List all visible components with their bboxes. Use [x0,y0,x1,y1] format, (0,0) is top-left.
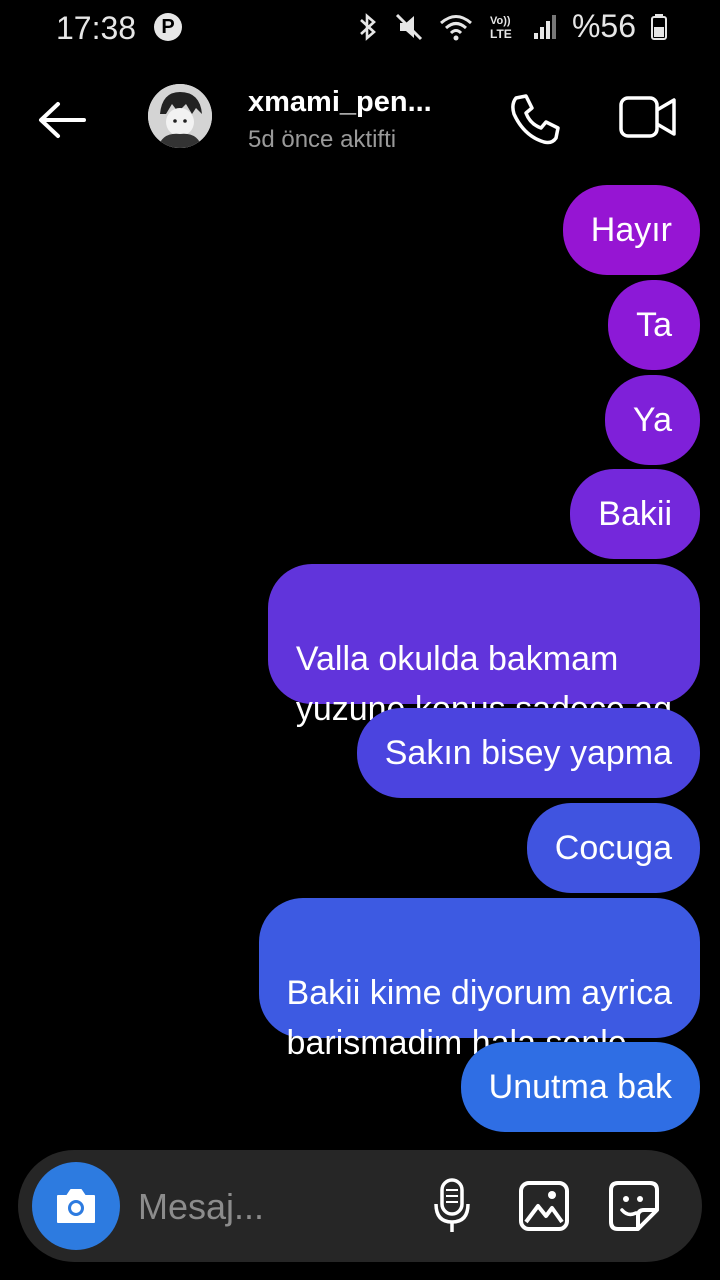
message-bubble[interactable]: Ta [608,280,700,370]
sticker-icon[interactable] [608,1180,660,1232]
volte-icon: Vo)) LTE [490,15,512,41]
message-bubble[interactable]: Unutma bak [460,1042,700,1132]
message-bubble[interactable]: Sakın bisey yapma [356,708,700,798]
message-text: Cocuga [554,829,672,867]
message-composer [18,1150,702,1262]
contact-status: 5d önce aktifti [248,126,397,153]
status-icons: Vo)) LTE %56 [356,8,668,45]
mute-icon [395,13,423,40]
gallery-icon[interactable] [518,1180,570,1232]
wifi-icon [439,14,472,40]
message-bubble[interactable]: Valla okulda bakmam yuzune konuş sadece … [267,564,700,728]
pinterest-icon: P [154,13,182,41]
contact-name[interactable]: xmami_pen... [248,86,432,119]
camera-button[interactable] [32,1162,120,1250]
message-bubble[interactable]: Ya [604,375,700,465]
avatar[interactable] [148,84,212,148]
message-text: Unutma bak [488,1068,672,1106]
phone-call-icon[interactable] [508,92,562,146]
svg-text:LTE: LTE [490,27,512,41]
message-list: Hayır Ta Ya Bakii Valla okulda bakmam yu… [0,180,720,1140]
chat-header: xmami_pen... 5d önce aktifti [0,60,720,180]
status-bar: 17:38 P Vo)) LTE %56 [0,0,720,56]
message-bubble[interactable]: Cocuga [526,803,700,893]
battery-percent: %56 [571,8,636,44]
camera-icon [57,1189,95,1223]
back-arrow-icon[interactable] [36,100,88,140]
battery-icon [651,13,667,40]
message-bubble[interactable]: Bakii [570,469,700,559]
message-bubble[interactable]: Bakii kime diyorum ayrica barismadim hal… [258,898,700,1062]
microphone-icon[interactable] [432,1176,472,1236]
video-call-icon[interactable] [618,94,678,142]
message-input[interactable] [136,1180,400,1234]
message-text: Ya [632,401,672,439]
message-text: Sakın bisey yapma [384,734,672,772]
message-text: Hayır [590,211,672,249]
signal-icon [533,14,556,39]
status-time: 17:38 [56,10,137,46]
message-text: Bakii [598,495,672,533]
avatar-image [148,84,212,148]
message-bubble[interactable]: Hayır [562,185,700,275]
svg-text:Vo)): Vo)) [490,15,511,27]
message-text: Ta [636,306,672,344]
bluetooth-icon [360,12,376,41]
